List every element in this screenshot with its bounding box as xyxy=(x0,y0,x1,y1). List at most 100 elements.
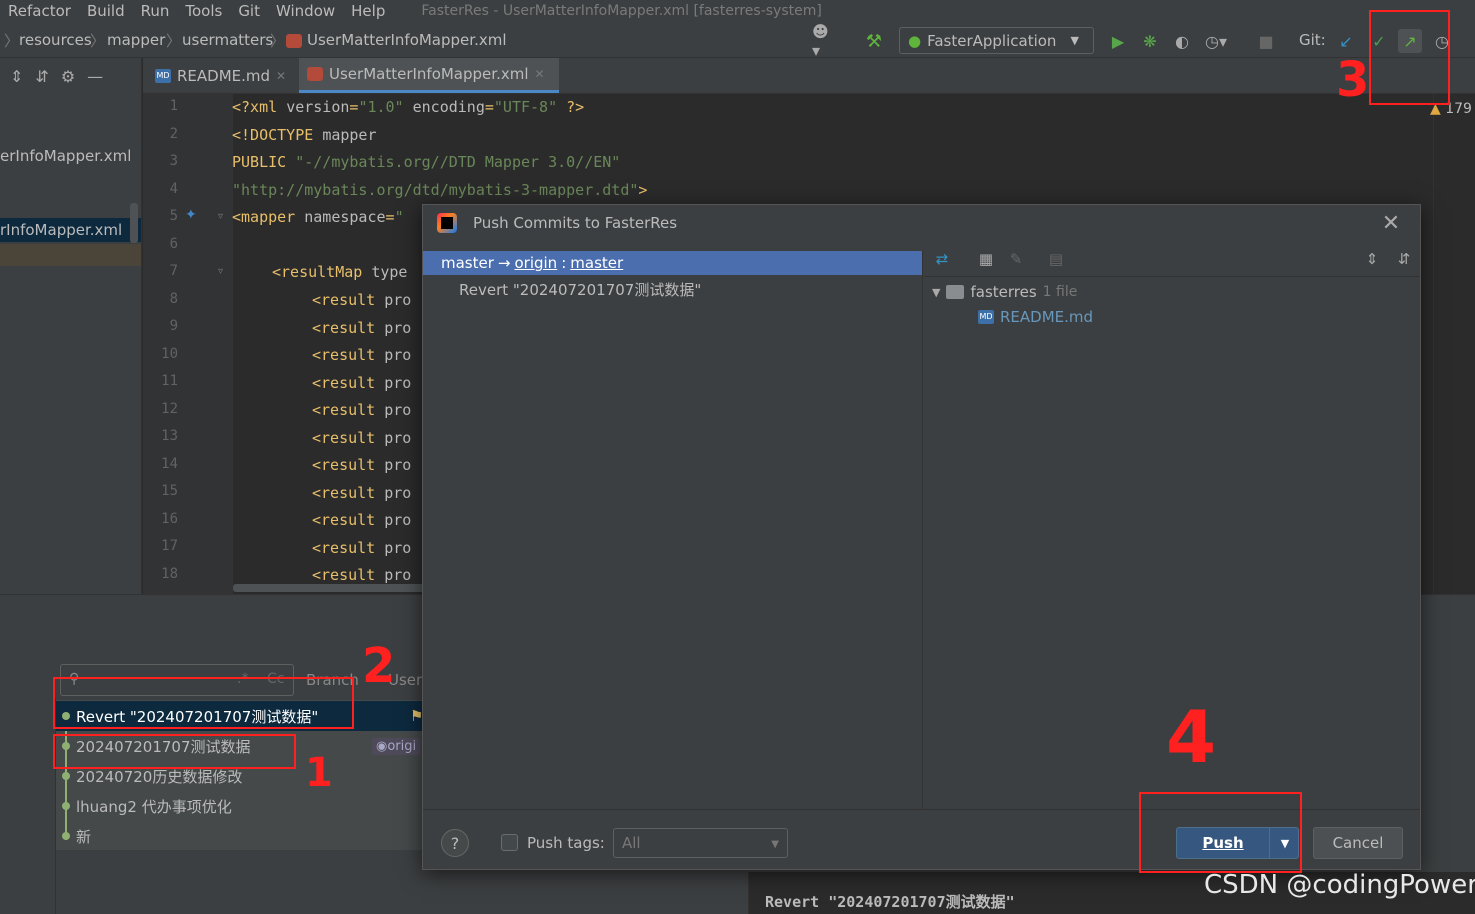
minimize-icon[interactable]: — xyxy=(87,67,103,86)
chevron-down-icon[interactable]: ▼ xyxy=(932,286,940,299)
editor-right-gutter xyxy=(1433,94,1475,594)
tree-file-label: README.md xyxy=(1000,308,1094,326)
expand-all-icon[interactable]: ⇕ xyxy=(10,67,23,86)
project-tree-highlight xyxy=(0,244,141,266)
editor-horizontal-scrollbar[interactable] xyxy=(233,584,433,592)
expand-all-icon[interactable]: ⇕ xyxy=(1360,247,1384,271)
line-number: 1 xyxy=(169,98,178,114)
line-number: 16 xyxy=(161,510,178,527)
git-update-icon[interactable]: ↙ xyxy=(1334,29,1358,53)
remote-link[interactable]: origin xyxy=(514,254,557,272)
breadcrumb-separator: 〉 xyxy=(4,32,20,50)
xml-file-icon xyxy=(307,67,323,81)
menu-run[interactable]: Run xyxy=(133,2,178,20)
line-number: 13 xyxy=(161,428,178,444)
push-commit-item[interactable]: Revert "202407201707测试数据" xyxy=(459,279,701,300)
tree-file-readme[interactable]: MD README.md xyxy=(978,308,1093,326)
code-line: <result pro xyxy=(312,346,412,364)
menu-window[interactable]: Window xyxy=(268,2,343,20)
close-icon[interactable]: ✕ xyxy=(1378,210,1404,236)
breadcrumb-usermatters[interactable]: usermatters xyxy=(182,31,273,49)
commit-node xyxy=(62,832,70,840)
remote-branch-label: ◉origi xyxy=(372,737,421,755)
files-toolbar: ⇄ ▦ ✎ ▤ ⇕ ⇵ xyxy=(924,241,1420,277)
run-icon[interactable]: ▶ xyxy=(1106,29,1130,53)
cancel-button[interactable]: Cancel xyxy=(1313,827,1403,859)
tab-label: README.md xyxy=(177,66,271,85)
tab-usermatterinfomapper[interactable]: UserMatterInfoMapper.xml ✕ xyxy=(299,58,559,93)
breadcrumb-mapper[interactable]: mapper xyxy=(107,31,165,49)
project-tree-item-selected[interactable]: rInfoMapper.xml xyxy=(0,218,141,242)
push-tags-select[interactable]: All ▼ xyxy=(613,828,788,858)
code-line: <result pro xyxy=(312,483,412,502)
project-scrollbar[interactable] xyxy=(130,203,138,243)
branch-target-row[interactable]: master → origin : master xyxy=(423,251,922,275)
collapse-all-icon[interactable]: ⇵ xyxy=(35,67,48,86)
editor-tab-bar: MD README.md ✕ UserMatterInfoMapper.xml … xyxy=(143,58,1475,94)
annotation-step-3: 3 xyxy=(1336,52,1370,108)
tree-root-count: 1 file xyxy=(1042,284,1078,300)
run-configuration-select[interactable]: ● FasterApplication ▼ xyxy=(899,27,1094,54)
watermark: CSDN @codingPower xyxy=(1204,870,1475,900)
push-tags-checkbox[interactable] xyxy=(501,834,518,851)
xml-file-icon xyxy=(286,34,302,48)
code-line: "http://mybatis.org/dtd/mybatis-3-mapper… xyxy=(232,181,648,199)
show-diff-icon[interactable]: ⇄ xyxy=(930,247,954,271)
code-line: <mapper namespace=" xyxy=(232,208,404,226)
user-icon[interactable]: ☻▾ xyxy=(812,22,836,60)
menu-refactor[interactable]: Refactor xyxy=(0,2,79,20)
menu-git[interactable]: Git xyxy=(230,2,268,20)
remote-branch-link[interactable]: master xyxy=(570,254,623,272)
mybatis-bird-icon[interactable]: ✦ xyxy=(185,207,197,223)
help-button[interactable]: ? xyxy=(441,829,469,857)
code-line: <result pro xyxy=(312,401,412,419)
window-title: FasterRes - UserMatterInfoMapper.xml [fa… xyxy=(421,3,822,19)
code-line: <?xml version="1.0" encoding="UTF-8" ?> xyxy=(232,98,585,116)
stop-icon[interactable]: ■ xyxy=(1254,29,1278,53)
profiler-icon[interactable]: ◷▾ xyxy=(1204,29,1228,53)
coverage-icon[interactable]: ◐ xyxy=(1170,29,1194,53)
collapse-all-icon[interactable]: ⇵ xyxy=(1392,247,1416,271)
menu-bar: Refactor Build Run Tools Git Window Help… xyxy=(0,0,1475,22)
project-tree-item[interactable]: erInfoMapper.xml xyxy=(0,147,131,165)
line-number: 7 xyxy=(169,263,178,279)
dialog-title: Push Commits to FasterRes xyxy=(473,214,678,232)
line-number: 15 xyxy=(161,483,178,499)
line-number: 9 xyxy=(169,318,178,334)
breadcrumb-resources[interactable]: resources xyxy=(19,31,92,49)
chevron-down-icon: ▼ xyxy=(771,839,779,850)
tab-readme[interactable]: MD README.md ✕ xyxy=(147,58,297,93)
menu-build[interactable]: Build xyxy=(79,2,133,20)
close-icon[interactable]: ✕ xyxy=(535,67,545,81)
fold-icon[interactable]: ▿ xyxy=(218,211,223,222)
menu-help[interactable]: Help xyxy=(343,2,393,20)
commit-row[interactable]: lhuang2 代办事项优化 xyxy=(56,791,426,821)
project-panel: erInfoMapper.xml rInfoMapper.xml xyxy=(0,58,142,594)
breadcrumb-separator: 〉 xyxy=(90,32,106,50)
line-number: 4 xyxy=(169,180,178,197)
menu-tools[interactable]: Tools xyxy=(177,2,230,20)
git-label: Git: xyxy=(1299,31,1326,49)
arrow-icon: → xyxy=(497,254,511,272)
edit-source-icon[interactable]: ✎ xyxy=(1004,247,1028,271)
markdown-file-icon: MD xyxy=(978,310,994,324)
gear-icon[interactable]: ⚙ xyxy=(61,67,75,86)
build-hammer-icon[interactable]: ⚒ xyxy=(862,29,886,53)
markdown-file-icon: MD xyxy=(155,68,171,83)
group-by-icon[interactable]: ▦ xyxy=(974,247,998,271)
preview-icon[interactable]: ▤ xyxy=(1044,247,1068,271)
breadcrumb-file[interactable]: UserMatterInfoMapper.xml xyxy=(307,31,507,49)
fold-icon[interactable]: ▿ xyxy=(218,266,223,277)
commit-row[interactable]: 新 xyxy=(56,821,426,851)
line-number: 2 xyxy=(169,125,178,142)
run-configuration-label: FasterApplication xyxy=(927,31,1057,50)
debug-bug-icon[interactable]: ❋ xyxy=(1138,29,1162,53)
breadcrumb-separator: 〉 xyxy=(166,32,182,50)
close-icon[interactable]: ✕ xyxy=(276,69,286,83)
code-line: <result pro xyxy=(312,318,412,337)
git-branches-pane xyxy=(0,698,56,914)
code-line: <result pro xyxy=(312,428,412,447)
intellij-logo-icon xyxy=(437,213,457,233)
commit-detail-message: Revert "202407201707测试数据" xyxy=(765,893,1015,911)
tree-root-folder[interactable]: ▼ fasterres 1 file xyxy=(932,283,1077,301)
